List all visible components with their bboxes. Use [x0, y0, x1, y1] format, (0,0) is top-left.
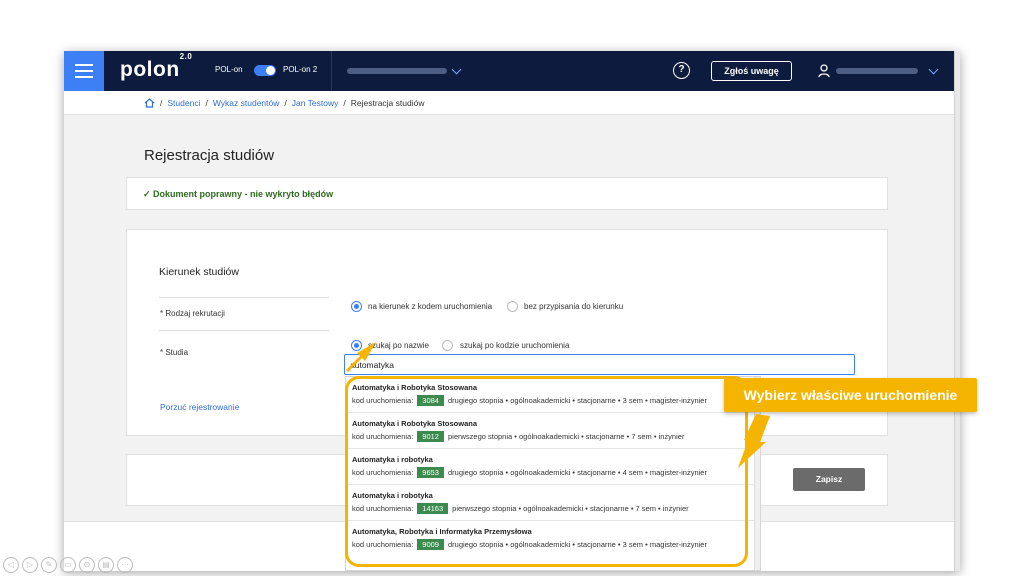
- arrow-annotation-icon: [346, 342, 376, 372]
- user-chevron-down-icon[interactable]: [928, 64, 939, 75]
- more-icon[interactable]: ⋯: [117, 557, 133, 573]
- divider: [331, 51, 332, 91]
- breadcrumb-separator: /: [284, 98, 287, 108]
- section-title: Kierunek studiów: [159, 266, 239, 278]
- zoom-icon[interactable]: ⊙: [79, 557, 95, 573]
- user-name[interactable]: [836, 68, 918, 74]
- radio-search-by-code[interactable]: [442, 340, 453, 351]
- home-icon[interactable]: [144, 98, 155, 108]
- studies-label: * Studia: [160, 348, 189, 357]
- switch-label-polon2: POL-on 2: [283, 65, 318, 74]
- divider: [159, 330, 329, 331]
- switch-label-polon: POL-on: [215, 65, 243, 74]
- radio-without-assignment-label[interactable]: bez przypisania do kierunku: [524, 302, 623, 311]
- breadcrumb-link-wykaz[interactable]: Wykaz studentów: [213, 98, 280, 108]
- breadcrumb-separator: /: [160, 98, 163, 108]
- top-navigation-bar: polon2.0 POL-on POL-on 2 ? Zgłoś uwagę: [64, 51, 954, 91]
- viewer-controls: ◁ ▷ ✎ ▭ ⊙ ▤ ⋯: [3, 557, 133, 573]
- radio-with-code[interactable]: [351, 301, 362, 312]
- chevron-down-icon[interactable]: [451, 64, 462, 75]
- help-icon[interactable]: ?: [673, 62, 690, 79]
- radio-without-assignment[interactable]: [507, 301, 518, 312]
- success-message: ✓ Dokument poprawny - nie wykryto błędów: [143, 189, 334, 199]
- recruitment-type-label: * Rodzaj rekrutacji: [160, 309, 225, 318]
- slides-icon[interactable]: ▤: [98, 557, 114, 573]
- copy-icon[interactable]: ▭: [60, 557, 76, 573]
- menu-icon[interactable]: [64, 51, 104, 91]
- polon-logo[interactable]: polon2.0: [120, 52, 192, 82]
- arrow-annotation-icon: [738, 414, 770, 468]
- breadcrumb-link-student[interactable]: Jan Testowy: [292, 98, 339, 108]
- breadcrumb-link-studenci[interactable]: Studenci: [167, 98, 200, 108]
- breadcrumb-separator: /: [205, 98, 208, 108]
- validation-panel: ✓ Dokument poprawny - nie wykryto błędów: [126, 177, 888, 210]
- studies-search-input[interactable]: [344, 354, 855, 375]
- breadcrumb-separator: /: [343, 98, 346, 108]
- previous-icon[interactable]: ◁: [3, 557, 19, 573]
- breadcrumb-current: Rejestracja studiów: [350, 98, 425, 108]
- radio-search-by-code-label[interactable]: szukaj po kodzie uruchomienia: [460, 341, 569, 350]
- divider: [159, 297, 329, 298]
- next-icon[interactable]: ▷: [22, 557, 38, 573]
- breadcrumb: / Studenci / Wykaz studentów / Jan Testo…: [64, 91, 954, 115]
- cancel-registration-link[interactable]: Porzuć rejestrowanie: [160, 402, 239, 412]
- institution-selector[interactable]: [347, 68, 447, 74]
- page-scrollbar[interactable]: [954, 51, 960, 571]
- version-toggle[interactable]: [254, 65, 276, 76]
- tutorial-callout: Wybierz właściwe uruchomienie: [724, 378, 977, 412]
- user-icon[interactable]: [818, 64, 830, 78]
- page-title: Rejestracja studiów: [144, 147, 275, 164]
- pen-icon[interactable]: ✎: [41, 557, 57, 573]
- report-issue-button[interactable]: Zgłoś uwagę: [711, 61, 792, 81]
- save-button[interactable]: Zapisz: [793, 468, 865, 491]
- highlight-frame: [345, 376, 748, 567]
- radio-with-code-label[interactable]: na kierunek z kodem uruchomienia: [368, 302, 492, 311]
